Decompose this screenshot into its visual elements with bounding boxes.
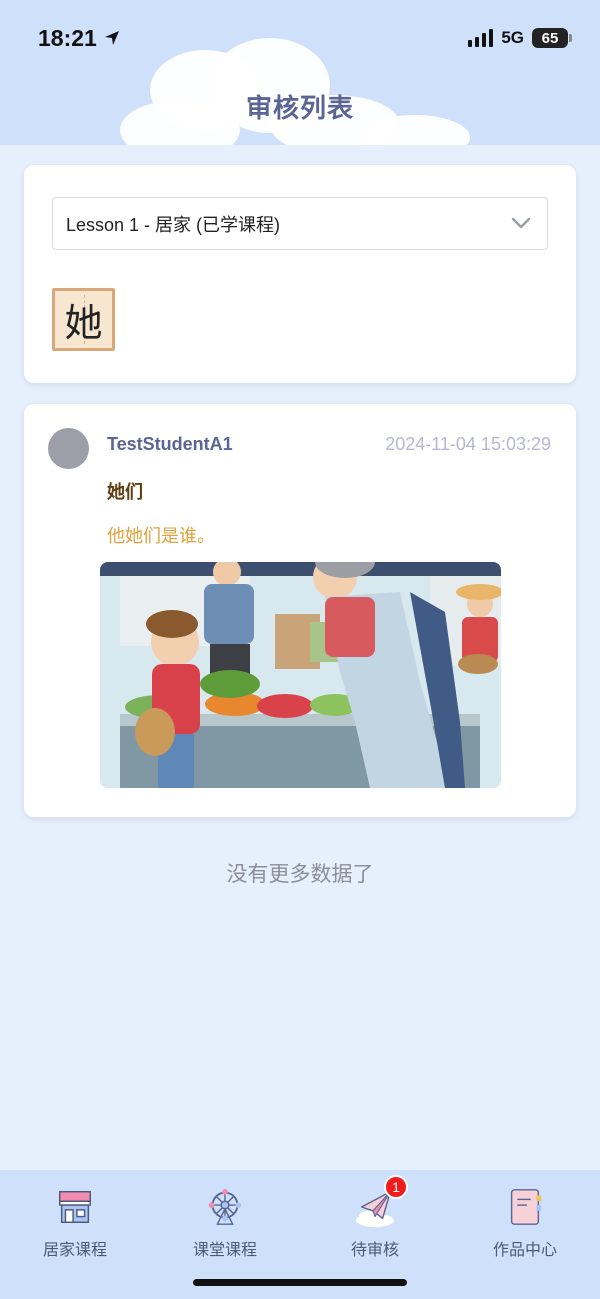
lesson-filter-card: Lesson 1 - 居家 (已学课程) 她 <box>24 165 576 383</box>
character-tile[interactable]: 她 <box>52 288 115 351</box>
tab-pending-review[interactable]: 待审核 <box>300 1170 450 1260</box>
tab-label: 课堂课程 <box>192 1240 257 1259</box>
tab-label: 作品中心 <box>492 1240 557 1259</box>
market-scene-illustration <box>100 562 501 788</box>
avatar <box>48 428 89 469</box>
character-glyph: 她 <box>64 301 103 345</box>
notebook-icon <box>510 1189 542 1225</box>
clock: 18:21 <box>38 25 121 52</box>
network-type: 5G <box>501 28 524 47</box>
lesson-select[interactable]: Lesson 1 - 居家 (已学课程) <box>52 197 548 250</box>
answer-word: 她们 <box>107 482 143 503</box>
signal-icon <box>468 29 494 47</box>
location-arrow-icon <box>104 31 119 45</box>
tab-home-courses[interactable]: 居家课程 <box>0 1170 150 1260</box>
chevron-down-icon <box>511 217 531 229</box>
time-text: 18:21 <box>38 24 97 51</box>
tab-class-courses[interactable]: 课堂课程 <box>150 1170 300 1260</box>
status-indicators: 5G 65 <box>468 28 572 48</box>
battery-icon: 65 <box>532 28 572 48</box>
submission-card[interactable]: TestStudentA1 2024-11-04 15:03:29 她们 他她们… <box>24 404 576 817</box>
tab-label: 待审核 <box>350 1240 399 1259</box>
lesson-select-value: Lesson 1 - 居家 (已学课程) <box>66 214 281 235</box>
notification-badge: 1 <box>384 1175 408 1199</box>
header: 18:21 5G 65 审核列表 <box>0 0 600 145</box>
ferris-wheel-icon <box>208 1188 242 1225</box>
tab-label: 居家课程 <box>42 1240 107 1259</box>
home-store-icon <box>59 1191 91 1223</box>
submission-timestamp: 2024-11-04 15:03:29 <box>385 434 551 454</box>
battery-level: 65 <box>541 29 559 47</box>
answer-sentence: 他她们是谁。 <box>107 526 215 547</box>
submission-illustration[interactable] <box>100 562 501 788</box>
home-indicator[interactable] <box>193 1279 407 1286</box>
username: TestStudentA1 <box>107 434 233 454</box>
tab-works-center[interactable]: 作品中心 <box>450 1170 600 1260</box>
status-bar: 18:21 5G 65 <box>0 0 600 76</box>
page-title: 审核列表 <box>245 94 354 124</box>
list-end-text: 没有更多数据了 <box>226 862 374 886</box>
